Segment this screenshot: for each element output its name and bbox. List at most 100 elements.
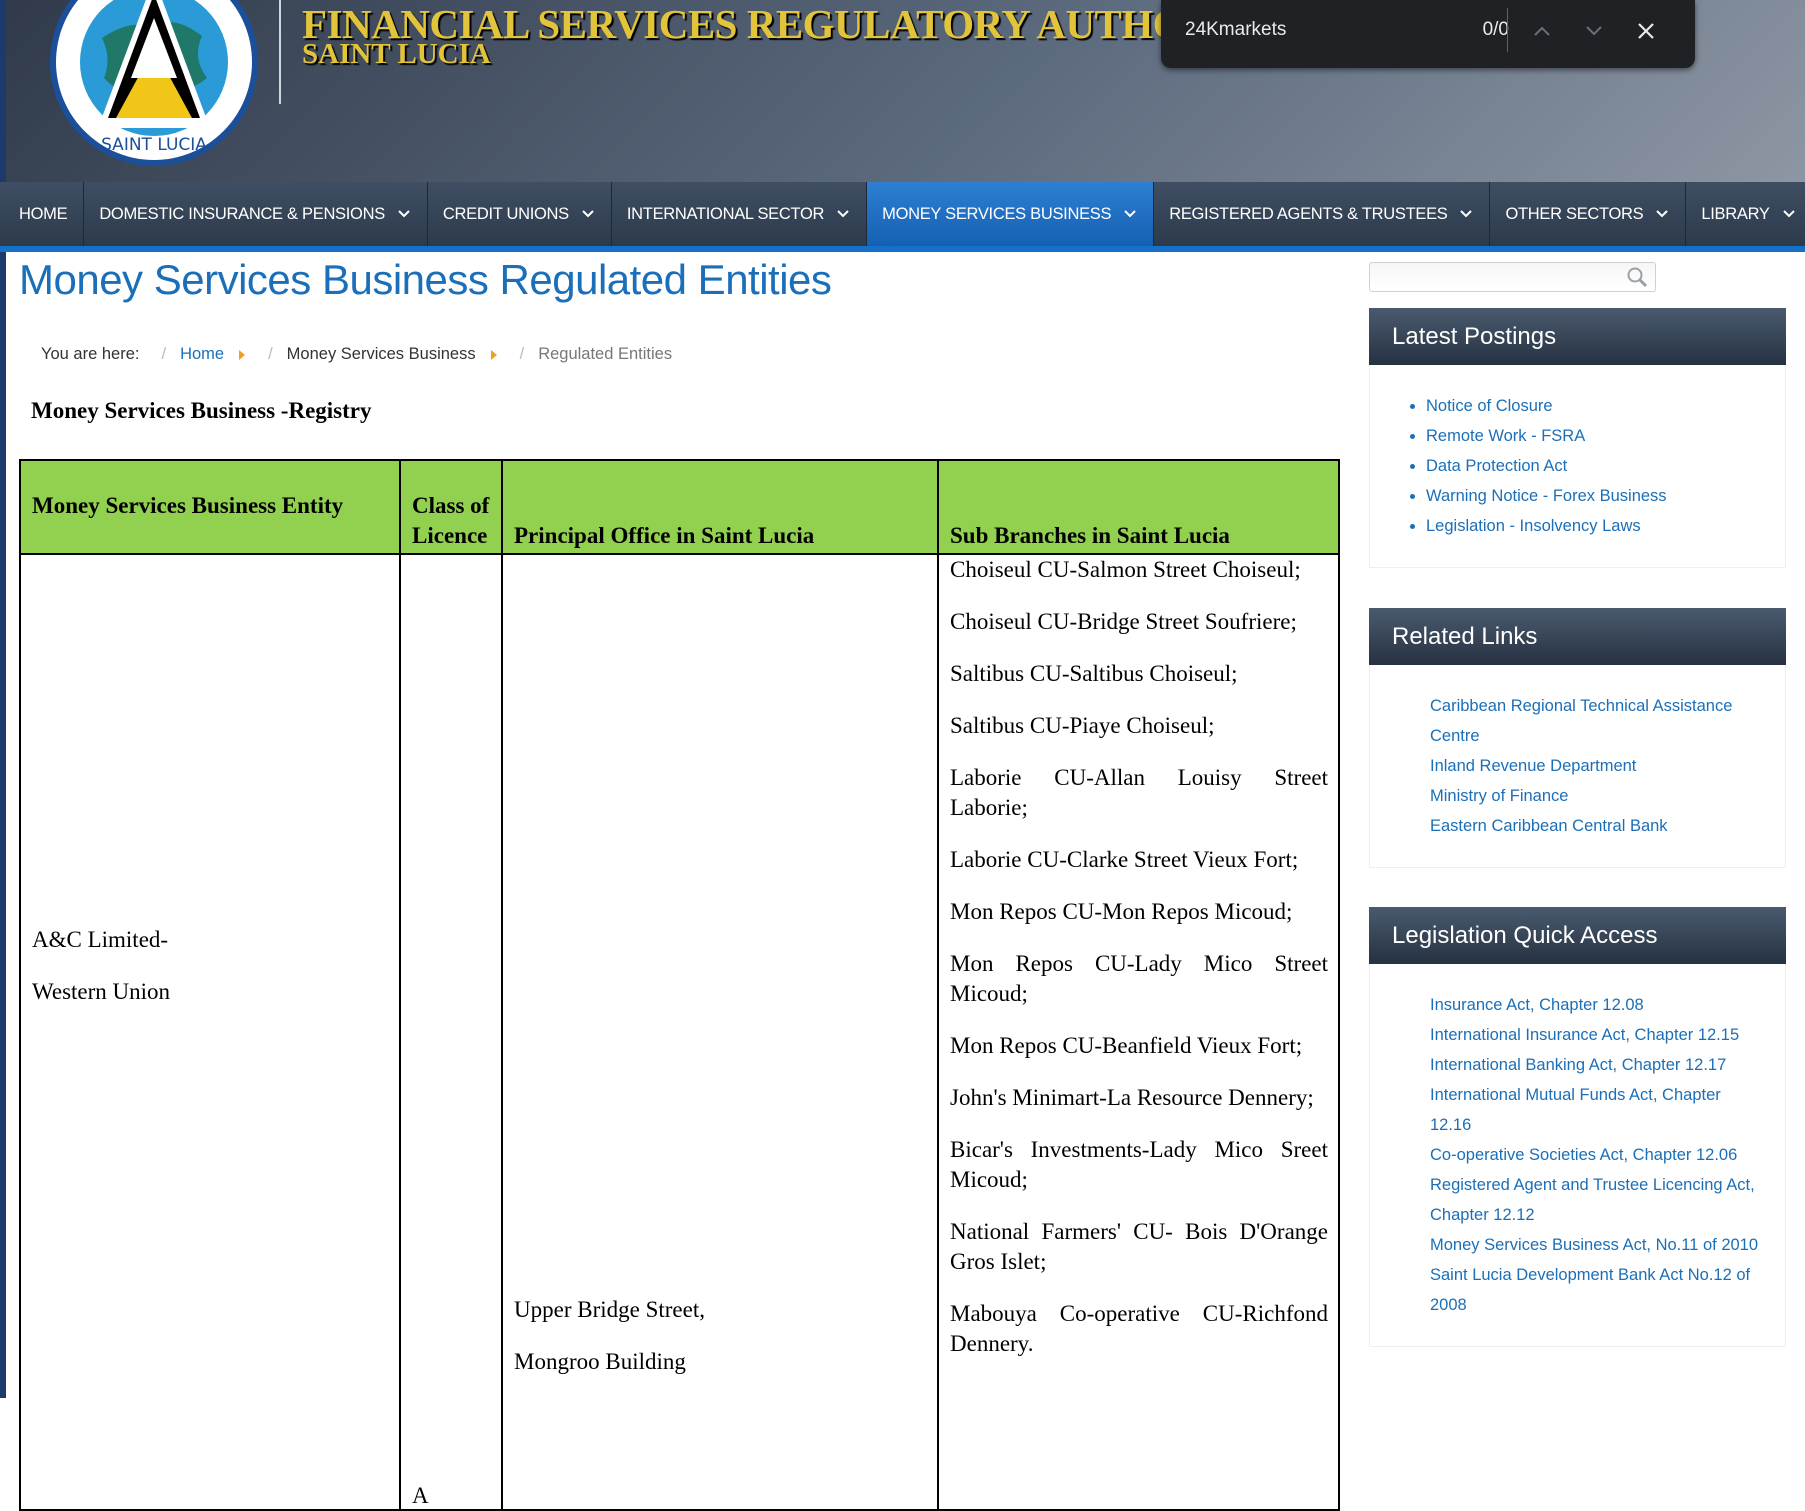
related-link[interactable]: Ministry of Finance (1430, 781, 1745, 811)
header-entity: Money Services Business Entity (19, 459, 401, 555)
nav-label: DOMESTIC INSURANCE & PENSIONS (99, 204, 385, 223)
find-input[interactable] (1185, 10, 1465, 50)
nav-label: MONEY SERVICES BUSINESS (882, 204, 1112, 223)
related-link[interactable]: Eastern Caribbean Central Bank (1430, 811, 1745, 841)
close-icon (1638, 23, 1654, 39)
branch-item: Laborie CU-Allan Louisy Street Laborie; (950, 765, 1328, 820)
nav-item-credit-unions[interactable]: CREDIT UNIONS (428, 182, 612, 246)
class-cell: A (399, 553, 503, 1511)
branch-item: Bicar's Investments-Lady Mico Sreet Mico… (950, 1137, 1328, 1192)
nav-item-registered-agents[interactable]: REGISTERED AGENTS & TRUSTEES (1154, 182, 1491, 246)
legislation-module: Legislation Quick Access Insurance Act, … (1369, 907, 1786, 1347)
nav-item-other-sectors[interactable]: OTHER SECTORS (1490, 182, 1687, 246)
breadcrumb-section[interactable]: Money Services Business (287, 345, 476, 364)
legislation-link[interactable]: Money Services Business Act, No.11 of 20… (1430, 1230, 1761, 1260)
chevron-down-icon (398, 210, 410, 218)
latest-postings-module: Latest Postings Notice of Closure Remote… (1369, 308, 1786, 568)
breadcrumb-current: Regulated Entities (538, 345, 673, 363)
nav-item-international-sector[interactable]: INTERNATIONAL SECTOR (612, 182, 868, 246)
breadcrumb-separator: / (519, 345, 525, 363)
breadcrumb-separator: / (161, 345, 167, 363)
branch-item: Saltibus CU-Saltibus Choiseul; (950, 661, 1238, 686)
office-cell: Upper Bridge Street, Mongroo Building (501, 553, 939, 1511)
branch-item: Choiseul CU-Bridge Street Soufriere; (950, 609, 1297, 634)
latest-posting-link[interactable]: Notice of Closure (1426, 391, 1785, 421)
find-previous-button[interactable] (1525, 14, 1559, 48)
legislation-body: Insurance Act, Chapter 12.08 Internation… (1369, 964, 1786, 1347)
search-icon[interactable] (1625, 265, 1649, 289)
fsra-logo-icon[interactable]: SAINT LUCIA (42, 0, 266, 166)
logo-divider (279, 0, 281, 104)
legislation-link[interactable]: Saint Lucia Development Bank Act No.12 o… (1430, 1260, 1761, 1320)
org-subtitle: SAINT LUCIA (302, 38, 491, 70)
nav-label: INTERNATIONAL SECTOR (626, 204, 825, 223)
licence-class: A (412, 1483, 429, 1508)
breadcrumb-home-link[interactable]: Home (180, 345, 224, 364)
header-office: Principal Office in Saint Lucia (501, 459, 939, 555)
chevron-down-icon (1586, 26, 1602, 36)
legislation-link[interactable]: International Mutual Funds Act, Chapter … (1430, 1080, 1761, 1140)
branch-item: Mon Repos CU-Mon Repos Micoud; (950, 899, 1293, 924)
find-next-button[interactable] (1577, 14, 1611, 48)
find-close-button[interactable] (1629, 14, 1663, 48)
latest-posting-link[interactable]: Legislation - Insolvency Laws (1426, 511, 1785, 541)
chevron-down-icon (1460, 210, 1473, 218)
latest-posting-link[interactable]: Warning Notice - Forex Business (1426, 481, 1785, 511)
page-title: Money Services Business Regulated Entiti… (19, 256, 832, 303)
main-nav: HOME DOMESTIC INSURANCE & PENSIONS CREDI… (0, 182, 1805, 252)
registry-heading: Money Services Business -Registry (31, 398, 372, 423)
entity-brand: Western Union (32, 979, 171, 1004)
office-address-line: Upper Bridge Street, (514, 1297, 705, 1322)
nav-label: LIBRARY (1701, 204, 1770, 223)
nav-item-library[interactable]: LIBRARY (1686, 182, 1805, 246)
svg-text:SAINT LUCIA: SAINT LUCIA (101, 135, 207, 155)
branch-item: Choiseul CU-Salmon Street Choiseul; (950, 557, 1301, 582)
chevron-up-icon (1534, 26, 1550, 36)
related-links-list: Caribbean Regional Technical Assistance … (1370, 665, 1785, 867)
legislation-link[interactable]: Registered Agent and Trustee Licencing A… (1430, 1170, 1761, 1230)
latest-postings-list: Notice of Closure Remote Work - FSRA Dat… (1370, 365, 1785, 567)
table-row: A&C Limited- Western Union A Upper Bridg… (19, 553, 1340, 1511)
branch-item: Mon Repos CU-Beanfield Vieux Fort; (950, 1033, 1303, 1058)
office-address-line: Mongroo Building (514, 1349, 686, 1374)
related-link[interactable]: Caribbean Regional Technical Assistance … (1430, 691, 1745, 751)
legislation-link[interactable]: Co-operative Societies Act, Chapter 12.0… (1430, 1140, 1761, 1170)
branch-item: Mon Repos CU-Lady Mico Street Micoud; (950, 951, 1328, 1006)
arrow-right-icon (239, 349, 246, 360)
chevron-down-icon (837, 210, 849, 218)
breadcrumb-prefix: You are here: (41, 345, 140, 363)
nav-label: REGISTERED AGENTS & TRUSTEES (1169, 204, 1448, 223)
nav-label: CREDIT UNIONS (442, 204, 569, 223)
related-links-module: Related Links Caribbean Regional Technic… (1369, 608, 1786, 868)
nav-item-money-services-business[interactable]: MONEY SERVICES BUSINESS (867, 182, 1155, 246)
table-header-row: Money Services Business Entity Class of … (19, 459, 1340, 555)
header-class: Class of Licence (399, 459, 503, 555)
arrow-right-icon (490, 349, 497, 360)
related-links-title: Related Links (1369, 608, 1786, 665)
branch-item: Saltibus CU-Piaye Choiseul; (950, 713, 1215, 738)
nav-label: OTHER SECTORS (1505, 204, 1644, 223)
breadcrumb-separator: / (268, 345, 273, 363)
site-search-input[interactable] (1369, 262, 1656, 292)
latest-postings-body: Notice of Closure Remote Work - FSRA Dat… (1369, 365, 1786, 568)
branch-item: Mabouya Co-operative CU-Richfond Dennery… (950, 1301, 1328, 1356)
legislation-link[interactable]: International Banking Act, Chapter 12.17 (1430, 1050, 1761, 1080)
chevron-down-icon (1656, 210, 1669, 218)
legislation-link[interactable]: International Insurance Act, Chapter 12.… (1430, 1020, 1761, 1050)
branch-item: John's Minimart-La Resource Dennery; (950, 1085, 1314, 1110)
related-links-body: Caribbean Regional Technical Assistance … (1369, 665, 1786, 868)
site-header: SAINT LUCIA FINANCIAL SERVICES REGULATOR… (0, 0, 1805, 1398)
related-link[interactable]: Inland Revenue Department (1430, 751, 1745, 781)
latest-posting-link[interactable]: Data Protection Act (1426, 451, 1785, 481)
header-branches: Sub Branches in Saint Lucia (937, 459, 1340, 555)
chevron-down-icon (1782, 210, 1795, 218)
legislation-link[interactable]: Insurance Act, Chapter 12.08 (1430, 990, 1761, 1020)
nav-item-home[interactable]: HOME (0, 182, 85, 246)
branch-item: Laborie CU-Clarke Street Vieux Fort; (950, 847, 1299, 872)
latest-posting-link[interactable]: Remote Work - FSRA (1426, 421, 1785, 451)
find-separator (1507, 8, 1508, 52)
nav-item-domestic-insurance[interactable]: DOMESTIC INSURANCE & PENSIONS (84, 182, 428, 246)
branches-cell: Choiseul CU-Salmon Street Choiseul; Choi… (937, 553, 1340, 1511)
entity-name: A&C Limited- (32, 927, 169, 952)
entity-cell: A&C Limited- Western Union (19, 553, 401, 1511)
